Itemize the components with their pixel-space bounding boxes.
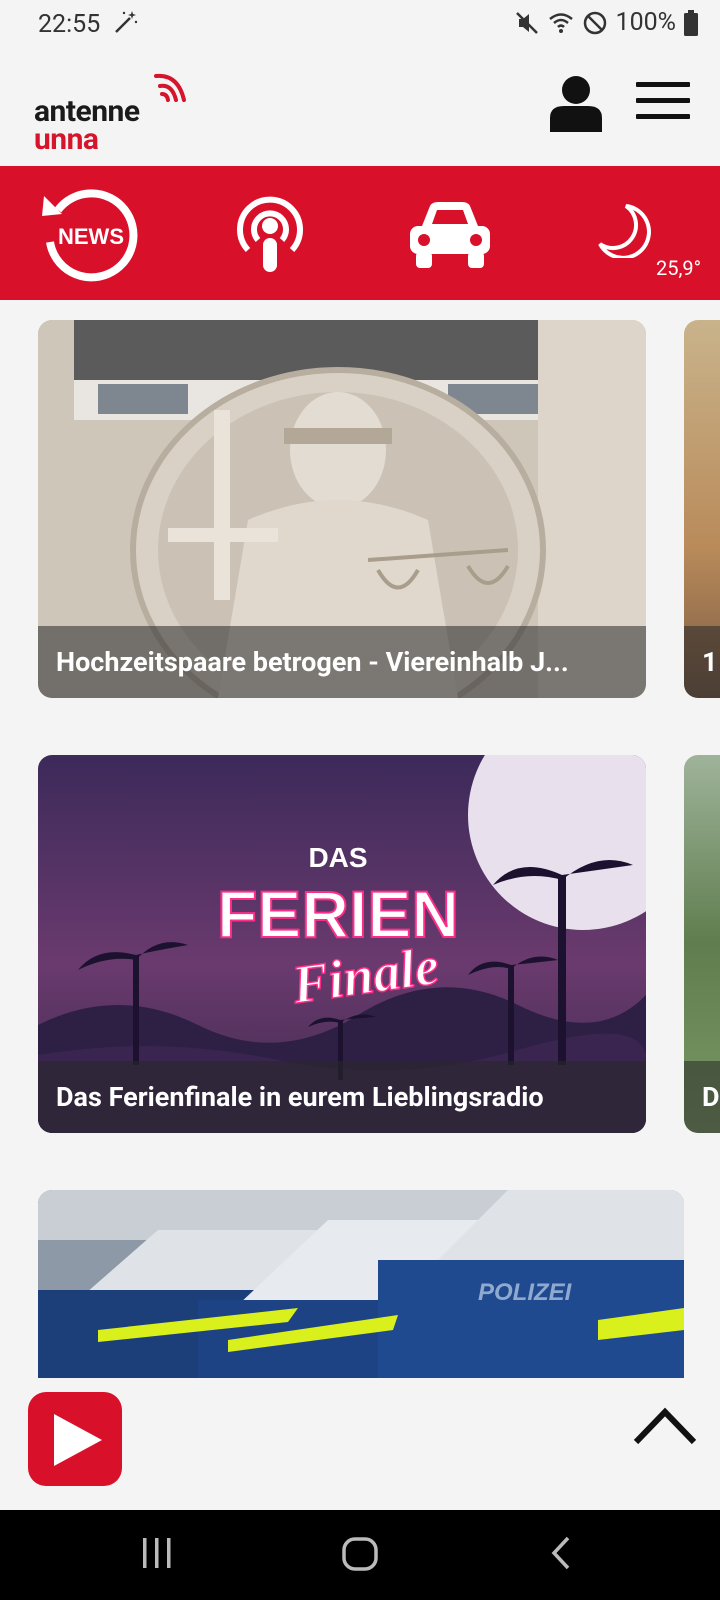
news-icon[interactable]: NEWS [40, 186, 138, 284]
card-caption: Das Ferienfinale in eurem Lieblingsradio [56, 1081, 544, 1113]
system-nav-bar [0, 1510, 720, 1600]
moon-icon[interactable] [596, 204, 652, 258]
wifi-icon [548, 12, 573, 33]
news-label: NEWS [58, 224, 124, 249]
car-icon[interactable] [406, 198, 494, 270]
menu-icon[interactable] [636, 82, 690, 122]
mute-icon [515, 11, 538, 34]
battery-icon [684, 9, 698, 36]
broadcast-waves-icon [154, 73, 186, 102]
recent-apps-icon[interactable] [140, 1536, 174, 1570]
app-header: antenne unna [0, 48, 720, 166]
news-card[interactable]: DAS FERIEN Finale Das Ferienfinale in eu… [38, 755, 646, 1133]
chevron-up-icon[interactable] [632, 1404, 698, 1448]
card-caption: D [702, 1081, 720, 1113]
news-card[interactable]: POLIZEI [38, 1190, 684, 1378]
promo-line1: DAS [308, 842, 367, 873]
podcast-icon[interactable] [236, 194, 304, 274]
news-card-peek[interactable]: D [684, 755, 720, 1133]
news-card[interactable]: Hochzeitspaare betrogen - Viereinhalb J.… [38, 320, 646, 698]
news-card-peek[interactable]: 1 [684, 320, 720, 698]
back-icon[interactable] [550, 1536, 572, 1570]
magic-wand-icon [115, 11, 138, 33]
battery-percent: 100% [615, 8, 676, 37]
home-icon[interactable] [342, 1536, 378, 1572]
antenne-unna-logo[interactable]: antenne unna [34, 70, 204, 157]
card-caption: Hochzeitspaare betrogen - Viereinhalb J.… [56, 646, 569, 678]
shortcut-bar: NEWS 25,9° [0, 166, 720, 300]
player-bar [0, 1378, 720, 1510]
police-text: POLIZEI [478, 1279, 573, 1306]
play-icon [54, 1414, 102, 1466]
status-bar: 22:55 100% [0, 0, 720, 48]
card-caption: 1 [702, 646, 718, 678]
status-icons: 100% [514, 8, 698, 37]
status-time: 22:55 [38, 10, 101, 39]
do-not-disturb-icon [583, 11, 606, 34]
logo-text-unna: unna [34, 122, 99, 157]
user-icon[interactable] [548, 74, 604, 132]
play-button[interactable] [28, 1392, 122, 1486]
police-cars-image: POLIZEI [38, 1190, 684, 1378]
temperature-label: 25,9° [656, 256, 702, 280]
